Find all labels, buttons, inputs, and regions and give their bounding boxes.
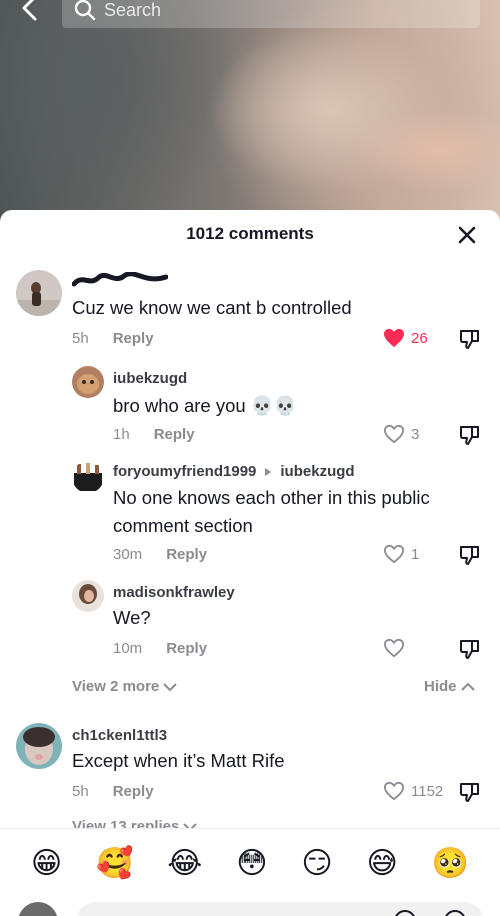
reply-button[interactable]: Reply [113, 330, 154, 347]
heart-filled-icon [384, 328, 404, 348]
heart-outline-icon [383, 781, 405, 801]
add-comment-input[interactable] [76, 902, 484, 916]
dislike-button[interactable] [459, 781, 481, 803]
thumbs-down-icon [460, 330, 479, 349]
comment-meta: 5h Reply [72, 783, 154, 800]
like-count: 1152 [411, 782, 444, 800]
reply-time: 10m [113, 640, 143, 657]
my-avatar [18, 902, 58, 916]
comment-username[interactable]: ch1ckenl1ttl3 [72, 727, 167, 744]
thumbs-down-icon [460, 640, 479, 659]
heart-outline-icon [383, 638, 405, 658]
thumbs-down-icon [460, 546, 479, 565]
like-button[interactable]: 1 [383, 544, 419, 564]
heart-outline-icon [383, 424, 405, 444]
comment-time: 5h [72, 783, 89, 800]
dislike-button[interactable] [459, 638, 481, 660]
back-button[interactable] [18, 0, 42, 24]
reply-meta: 1h Reply [113, 426, 195, 443]
dislike-button[interactable] [459, 544, 481, 566]
avatar[interactable] [16, 723, 62, 769]
view-more-label: View 2 more [72, 678, 160, 695]
quick-emoji-bar: 😁 🥰 😂 😳 😏 😅 🥺 [0, 828, 500, 898]
chevron-down-icon [163, 682, 177, 691]
reply-text-line-2: comment section [113, 515, 253, 536]
reply-text: bro who are you 💀💀 [113, 395, 297, 416]
comments-sheet: 1012 comments Cuz we know we cant b cont… [0, 210, 500, 916]
reply-button[interactable]: Reply [166, 640, 207, 657]
emoji-smirk-button[interactable]: 😏 [301, 846, 332, 881]
comment-text: Except when it’s Matt Rife [72, 750, 285, 771]
like-button[interactable] [383, 638, 411, 658]
reply-meta: 10m Reply [113, 640, 207, 657]
caret-right-icon [265, 467, 272, 476]
comment-time: 5h [72, 330, 89, 347]
search-placeholder: Search [104, 0, 162, 20]
comment-composer [0, 898, 500, 916]
video-background [0, 0, 500, 240]
reply-button[interactable]: Reply [166, 546, 207, 563]
reply-text: We? [113, 607, 151, 628]
like-button[interactable]: 3 [383, 424, 419, 444]
reply-username-row: foryoumyfriend1999 iubekzugd [113, 463, 355, 480]
emoji-grin-button[interactable]: 😁 [31, 846, 62, 881]
comment-meta: 5h Reply [72, 330, 154, 347]
thumbs-down-icon [460, 783, 479, 802]
hide-label: Hide [424, 678, 457, 695]
search-input[interactable]: Search [62, 0, 480, 28]
close-button[interactable] [456, 224, 478, 246]
reply-meta: 30m Reply [113, 546, 207, 563]
like-button[interactable]: 1152 [383, 781, 443, 801]
reply-username[interactable]: iubekzugd [113, 370, 187, 387]
heart-outline-icon [383, 544, 405, 564]
comments-count-title: 1012 comments [186, 224, 314, 243]
reply-button[interactable]: Reply [113, 783, 154, 800]
comment-text: Cuz we know we cant b controlled [72, 297, 352, 318]
chevron-left-icon [22, 0, 37, 21]
dislike-button[interactable] [459, 328, 481, 350]
emoji-hearts-button[interactable]: 🥰 [96, 846, 133, 881]
emoji-sweat-smile-button[interactable]: 😅 [366, 846, 397, 881]
reply-time: 1h [113, 426, 130, 443]
avatar[interactable] [16, 270, 62, 316]
view-more-replies-button[interactable]: View 2 more [72, 678, 177, 695]
reply-username[interactable]: madisonkfrawley [113, 584, 235, 601]
emoji-flushed-button[interactable]: 😳 [236, 846, 267, 881]
reply-time: 30m [113, 546, 143, 563]
avatar[interactable] [72, 580, 104, 612]
chevron-up-icon [460, 682, 475, 691]
search-icon [74, 0, 96, 21]
dislike-button[interactable] [459, 424, 481, 446]
like-button[interactable]: 26 [383, 328, 428, 348]
top-bar: Search [0, 0, 500, 30]
close-icon [458, 226, 476, 244]
redacted-username [72, 272, 168, 287]
like-count: 3 [411, 425, 420, 443]
emoji-joy-button[interactable]: 😂 [167, 846, 202, 881]
avatar[interactable] [72, 366, 104, 398]
like-count: 26 [411, 329, 428, 347]
reply-username[interactable]: foryoumyfriend1999 [113, 463, 256, 480]
hide-replies-button[interactable]: Hide [424, 678, 475, 695]
like-count: 1 [411, 545, 420, 563]
avatar[interactable] [72, 461, 104, 493]
thumbs-down-icon [460, 426, 479, 445]
emoji-pleading-button[interactable]: 🥺 [432, 846, 469, 881]
reply-text-line-1: No one knows each other in this public [113, 487, 430, 508]
reply-to-username[interactable]: iubekzugd [280, 463, 354, 480]
reply-button[interactable]: Reply [154, 426, 195, 443]
